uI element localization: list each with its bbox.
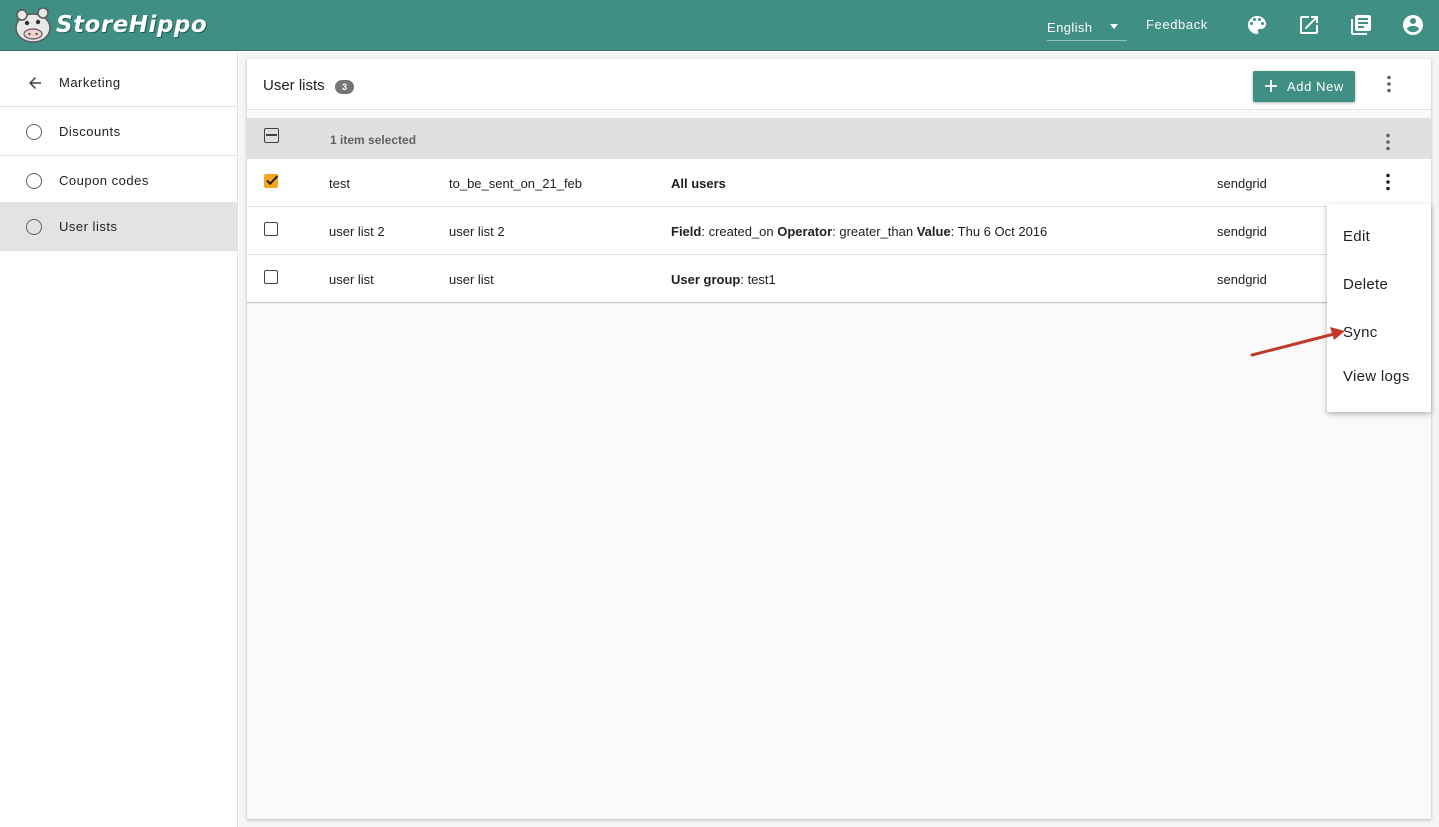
account-circle-icon[interactable] xyxy=(1401,13,1425,37)
rows-divider xyxy=(247,302,1431,304)
row-checkbox-checked[interactable] xyxy=(264,174,279,188)
bulk-more-vert-icon[interactable] xyxy=(1376,130,1400,154)
card-header: User lists 3 Add New xyxy=(247,59,1431,110)
library-books-icon[interactable] xyxy=(1349,13,1373,37)
sidebar-item-label: User lists xyxy=(59,218,118,234)
selection-bar: 1 item selected xyxy=(247,118,1431,159)
row-code: user list 2 xyxy=(449,224,505,239)
sidebar-item-coupon-codes[interactable]: Coupon codes xyxy=(0,156,237,205)
select-all-indeterminate-checkbox[interactable] xyxy=(264,128,279,143)
sidebar-item-label: Coupon codes xyxy=(59,172,149,188)
language-select[interactable]: English xyxy=(1047,14,1127,41)
sidebar-item-discounts[interactable]: Discounts xyxy=(0,107,237,156)
row-provider: sendgrid xyxy=(1217,224,1267,239)
radio-unchecked-icon xyxy=(26,124,44,142)
sidebar-back-marketing[interactable]: Marketing xyxy=(0,58,237,107)
row-provider: sendgrid xyxy=(1217,176,1267,191)
row-code: to_be_sent_on_21_feb xyxy=(449,176,583,191)
hippo-logo-icon xyxy=(15,7,51,43)
user-lists-card: User lists 3 Add New 1 item selected tes… xyxy=(247,59,1431,819)
top-app-bar: StoreHippo English Feedback xyxy=(0,0,1439,51)
sidebar-item-label: Discounts xyxy=(59,123,121,139)
brand[interactable]: StoreHippo xyxy=(12,0,207,51)
sidebar: Marketing Discounts Coupon codes User li… xyxy=(0,52,238,827)
brand-name: StoreHippo xyxy=(56,12,208,38)
table-row[interactable]: user list user list User group: test1 se… xyxy=(247,255,1431,303)
row-context-menu: Edit Delete Sync View logs xyxy=(1327,204,1431,412)
row-code: user list xyxy=(449,272,494,287)
add-new-label: Add New xyxy=(1287,79,1344,94)
language-value: English xyxy=(1047,19,1093,35)
menu-item-view-logs[interactable]: View logs xyxy=(1343,368,1410,385)
menu-item-edit[interactable]: Edit xyxy=(1343,228,1370,245)
table-row[interactable]: user list 2 user list 2 Field: created_o… xyxy=(247,207,1431,255)
header-more-vert-icon[interactable] xyxy=(1377,72,1401,96)
row-criteria: User group: test1 xyxy=(671,272,776,287)
selection-count-text: 1 item selected xyxy=(330,133,417,147)
row-more-vert-icon[interactable] xyxy=(1376,170,1400,194)
row-checkbox[interactable] xyxy=(264,222,278,236)
feedback-link[interactable]: Feedback xyxy=(1146,17,1208,32)
sidebar-back-label: Marketing xyxy=(59,74,121,90)
open-in-new-icon[interactable] xyxy=(1297,13,1321,37)
palette-icon[interactable] xyxy=(1245,13,1269,37)
plus-icon xyxy=(1265,80,1277,92)
menu-item-delete[interactable]: Delete xyxy=(1343,276,1388,293)
annotation-arrow-icon xyxy=(1250,327,1345,357)
row-criteria: Field: created_on Operator: greater_than… xyxy=(671,224,1048,239)
page-title: User lists xyxy=(263,77,325,94)
radio-unchecked-icon xyxy=(26,173,44,191)
check-icon xyxy=(266,175,279,186)
row-name: user list 2 xyxy=(329,224,385,239)
count-badge: 3 xyxy=(335,80,354,94)
sidebar-item-user-lists[interactable]: User lists xyxy=(0,202,237,251)
caret-down-icon xyxy=(1110,24,1118,29)
row-criteria: All users xyxy=(671,176,726,191)
arrow-back-icon xyxy=(26,74,44,92)
row-name: test xyxy=(329,176,350,191)
row-checkbox[interactable] xyxy=(264,270,278,284)
row-provider: sendgrid xyxy=(1217,272,1267,287)
radio-unchecked-icon xyxy=(26,219,44,237)
menu-item-sync[interactable]: Sync xyxy=(1343,324,1378,341)
row-name: user list xyxy=(329,272,374,287)
table-row[interactable]: test to_be_sent_on_21_feb All users send… xyxy=(247,159,1431,207)
add-new-button[interactable]: Add New xyxy=(1253,71,1355,102)
